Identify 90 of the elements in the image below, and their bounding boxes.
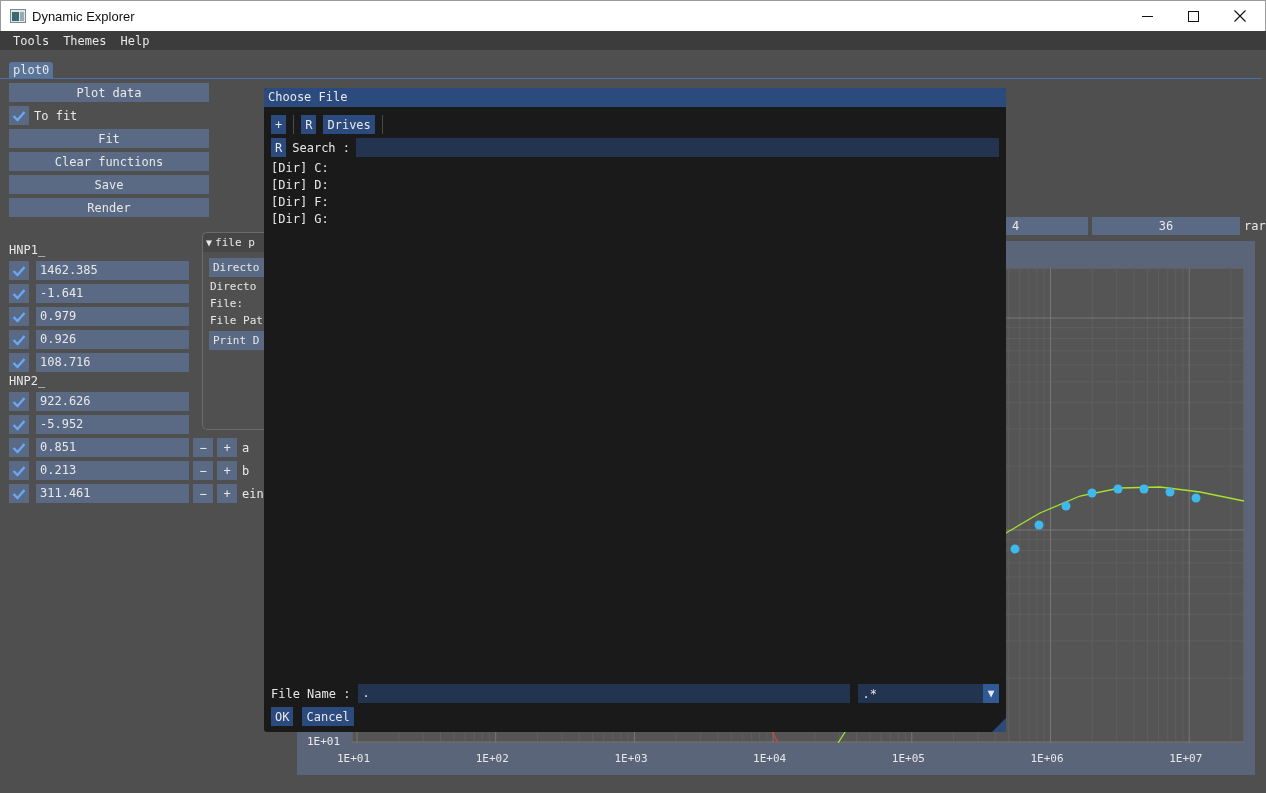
menu-item[interactable]: Help: [120, 33, 150, 48]
toolbar-button[interactable]: Drives: [323, 115, 375, 134]
checkbox[interactable]: [9, 415, 29, 434]
param-label: a: [242, 440, 250, 455]
field-label: rar: [1244, 219, 1266, 233]
toolbar-button[interactable]: +: [271, 115, 287, 134]
increment-button[interactable]: +: [217, 484, 237, 503]
x-tick-label: 1E+01: [337, 752, 371, 765]
collapse-arrow[interactable]: ▼: [206, 237, 213, 248]
directory-entry[interactable]: [Dir] C:: [271, 160, 999, 177]
search-field[interactable]: [356, 138, 999, 157]
increment-button[interactable]: +: [217, 461, 237, 480]
value-field[interactable]: 311.461: [36, 484, 189, 503]
dialog-button[interactable]: Cancel: [302, 707, 354, 726]
data-point: [1087, 488, 1097, 498]
maximize-icon[interactable]: [1188, 10, 1199, 22]
data-point: [1113, 484, 1123, 494]
action-button[interactable]: Plot data: [9, 83, 209, 102]
resize-grip-icon[interactable]: [992, 718, 1006, 732]
checkbox[interactable]: [9, 284, 29, 303]
x-tick-label: 1E+02: [475, 752, 509, 765]
filter-dropdown[interactable]: .* ▼: [858, 684, 999, 703]
data-point: [1061, 501, 1071, 511]
dialog-button[interactable]: OK: [271, 707, 294, 726]
param-label: ein: [242, 486, 264, 501]
checkbox[interactable]: [9, 392, 29, 411]
value-field[interactable]: 1462.385: [36, 261, 189, 280]
x-tick-label: 1E+07: [1169, 752, 1203, 765]
increment-button[interactable]: +: [217, 438, 237, 457]
checkbox[interactable]: [9, 261, 29, 280]
file-name-label: File Name :: [271, 686, 351, 701]
checkbox[interactable]: [9, 461, 29, 480]
value-field[interactable]: 108.716: [36, 353, 189, 372]
dialog-title: Choose File: [264, 88, 1006, 107]
directory-entry[interactable]: [Dir] F:: [271, 194, 999, 211]
data-point: [1165, 487, 1175, 497]
picker-label: File:: [209, 297, 245, 311]
x-tick-label: 1E+05: [891, 752, 925, 765]
menu-item[interactable]: Tools: [13, 33, 50, 48]
menu-item[interactable]: Themes: [63, 33, 107, 48]
value-field[interactable]: 922.626: [36, 392, 189, 411]
decrement-button[interactable]: −: [193, 484, 213, 503]
y-tick-label: 1E+01: [307, 735, 341, 748]
group-title: HNP2_: [9, 374, 46, 388]
checkbox[interactable]: [9, 307, 29, 326]
number-field[interactable]: 4: [1006, 217, 1088, 235]
picker-label: Directo: [209, 280, 258, 294]
picker-button[interactable]: Directo: [209, 258, 264, 277]
number-field[interactable]: 36: [1092, 217, 1240, 235]
action-button[interactable]: Save: [9, 175, 209, 194]
checkbox-label: To fit: [34, 108, 78, 123]
checkbox[interactable]: [9, 353, 29, 372]
value-field[interactable]: 0.926: [36, 330, 189, 349]
close-icon[interactable]: [1234, 10, 1246, 22]
data-point: [1191, 493, 1201, 503]
file-name-field[interactable]: .: [358, 684, 851, 703]
app-icon: [10, 9, 26, 23]
x-tick-label: 1E+06: [1030, 752, 1064, 765]
value-field[interactable]: -5.952: [36, 415, 189, 434]
toolbar-button[interactable]: R: [301, 115, 317, 134]
data-point: [1010, 544, 1020, 554]
directory-entry[interactable]: [Dir] D:: [271, 177, 999, 194]
decrement-button[interactable]: −: [193, 438, 213, 457]
value-field[interactable]: 0.851: [36, 438, 189, 457]
search-label: Search :: [292, 140, 351, 155]
x-tick-label: 1E+03: [614, 752, 648, 765]
checkbox[interactable]: [9, 438, 29, 457]
directory-entry[interactable]: [Dir] G:: [271, 211, 999, 228]
value-field[interactable]: 0.213: [36, 461, 189, 480]
action-button[interactable]: Render: [9, 198, 209, 217]
action-button[interactable]: Fit: [9, 129, 209, 148]
x-tick-label: 1E+04: [753, 752, 787, 765]
group-title: HNP1_: [9, 243, 46, 257]
picker-label: File Pat: [209, 314, 264, 328]
value-field[interactable]: 0.979: [36, 307, 189, 326]
checkbox[interactable]: [9, 484, 29, 503]
window-title: file p: [215, 236, 255, 249]
tab[interactable]: plot0: [9, 62, 54, 78]
data-point: [1139, 484, 1149, 494]
minimize-icon[interactable]: [1142, 15, 1153, 17]
value-field[interactable]: -1.641: [36, 284, 189, 303]
param-label: b: [242, 463, 250, 478]
picker-button[interactable]: Print D: [209, 331, 264, 350]
action-button[interactable]: Clear functions: [9, 152, 209, 171]
checkbox[interactable]: [9, 330, 29, 349]
reset-button[interactable]: R: [271, 138, 287, 157]
decrement-button[interactable]: −: [193, 461, 213, 480]
checkbox[interactable]: [9, 106, 29, 125]
window-title: Dynamic Explorer: [32, 8, 135, 24]
data-point: [1034, 520, 1044, 530]
